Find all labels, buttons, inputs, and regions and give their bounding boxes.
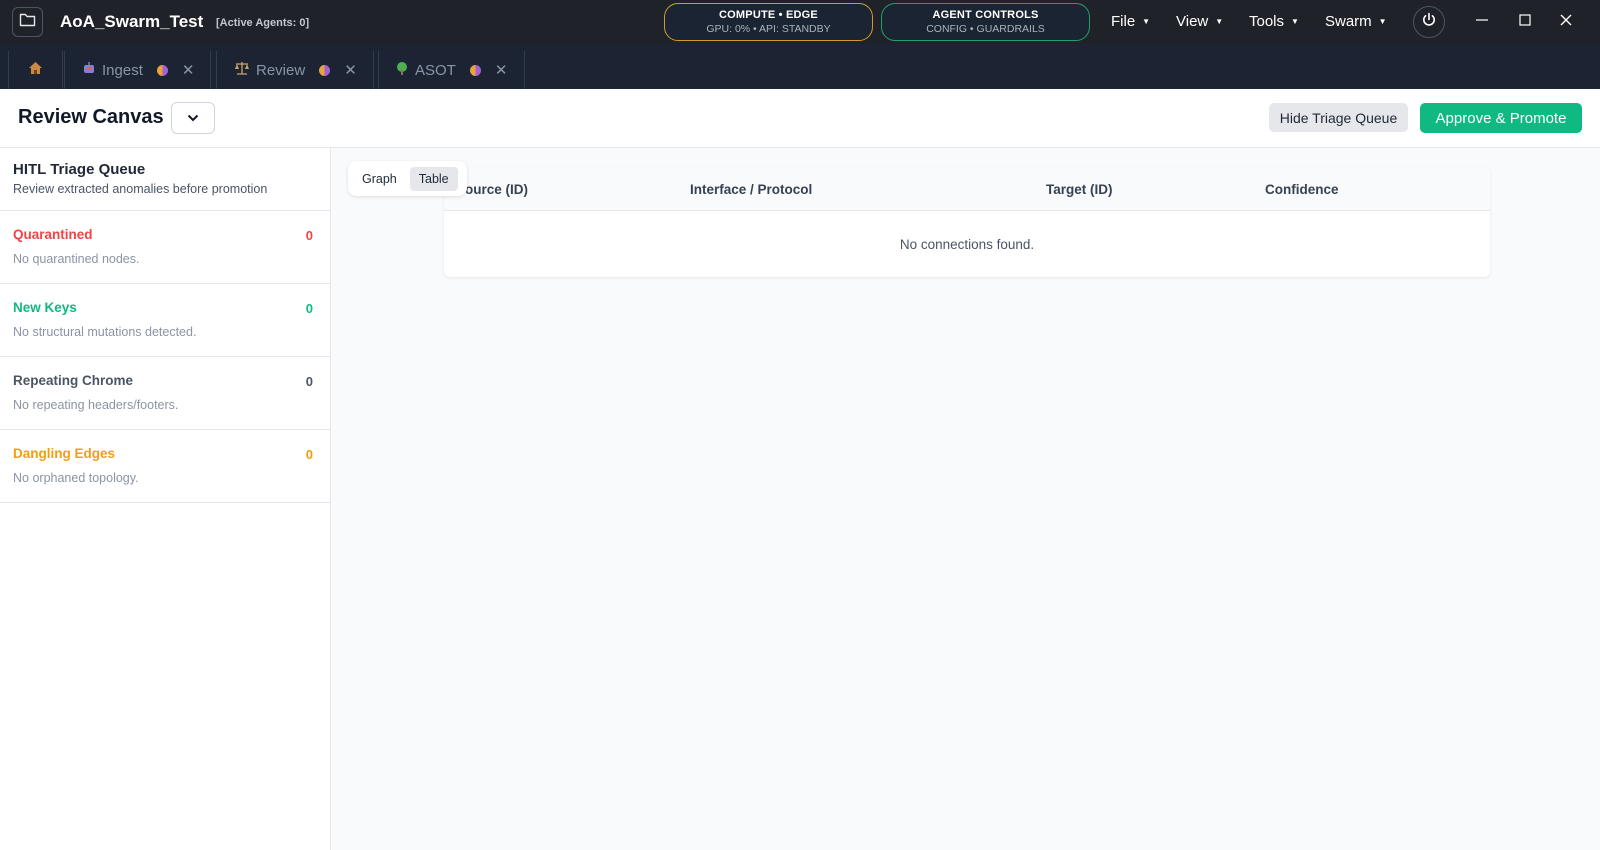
tab-bar: Ingest ✕ Review ✕ ASOT ✕ xyxy=(0,44,1600,89)
minimize-icon xyxy=(1475,13,1489,32)
menu-view-label: View xyxy=(1176,13,1209,30)
active-agents-count: [Active Agents: 0] xyxy=(216,17,310,29)
tab-asot-label: ASOT xyxy=(415,61,456,79)
status-dot-icon xyxy=(156,64,168,76)
menu-swarm-label: Swarm xyxy=(1325,13,1372,30)
power-button[interactable] xyxy=(1413,6,1445,38)
tab-review[interactable]: Review ✕ xyxy=(216,51,374,89)
column-header-interface[interactable]: Interface / Protocol xyxy=(690,182,812,197)
menu-tools[interactable]: Tools ▼ xyxy=(1249,13,1299,30)
canvas-select-dropdown[interactable] xyxy=(171,102,215,134)
menu-tools-label: Tools xyxy=(1249,13,1285,30)
robot-icon xyxy=(82,61,96,80)
agent-controls-pill[interactable]: AGENT CONTROLS CONFIG • GUARDRAILS xyxy=(881,3,1090,41)
queue-item-label: Quarantined xyxy=(13,227,93,242)
queue-item-dangling-edges[interactable]: Dangling Edges 0 No orphaned topology. xyxy=(0,430,330,503)
empty-state-message: No connections found. xyxy=(899,236,1035,252)
caret-down-icon: ▼ xyxy=(1291,17,1299,26)
close-window-button[interactable] xyxy=(1556,12,1576,32)
queue-item-label: Repeating Chrome xyxy=(13,373,134,388)
queue-item-desc: No quarantined nodes. xyxy=(13,252,140,266)
maximize-icon xyxy=(1518,13,1532,32)
caret-down-icon: ▼ xyxy=(1142,17,1151,26)
triage-queue-subtitle: Review extracted anomalies before promot… xyxy=(13,182,268,196)
queue-item-repeating-chrome[interactable]: Repeating Chrome 0 No repeating headers/… xyxy=(0,357,330,430)
column-header-source[interactable]: ource (ID) xyxy=(465,182,528,197)
tab-ingest-close-button[interactable]: ✕ xyxy=(182,61,195,79)
queue-item-count: 0 xyxy=(305,447,313,462)
queue-item-new-keys[interactable]: New Keys 0 No structural mutations detec… xyxy=(0,284,330,357)
menu-swarm[interactable]: Swarm ▼ xyxy=(1325,13,1387,30)
view-toggle: Graph Table xyxy=(348,161,467,196)
graph-view-button[interactable]: Graph xyxy=(353,167,406,191)
canvas-header: Review Canvas Hide Triage Queue Approve … xyxy=(0,89,1600,148)
power-icon xyxy=(1421,12,1437,33)
column-header-confidence[interactable]: Confidence xyxy=(1265,182,1339,197)
maximize-button[interactable] xyxy=(1515,12,1535,32)
tree-icon xyxy=(395,61,409,80)
triage-queue-sidebar: HITL Triage Queue Review extracted anoma… xyxy=(0,148,331,850)
queue-item-desc: No structural mutations detected. xyxy=(13,325,197,339)
queue-item-label: Dangling Edges xyxy=(13,446,116,461)
open-folder-button[interactable] xyxy=(12,7,43,37)
status-dot-icon xyxy=(469,64,481,76)
approve-promote-button[interactable]: Approve & Promote xyxy=(1420,103,1582,133)
status-dot-icon xyxy=(319,64,331,76)
tab-ingest[interactable]: Ingest ✕ xyxy=(64,51,211,89)
home-icon xyxy=(28,61,43,80)
tab-review-label: Review xyxy=(256,61,306,79)
tab-ingest-label: Ingest xyxy=(102,61,143,79)
tab-asot-close-button[interactable]: ✕ xyxy=(495,61,508,79)
connections-table: ource (ID) Interface / Protocol Target (… xyxy=(444,167,1490,277)
tab-home[interactable] xyxy=(8,51,63,89)
queue-item-count: 0 xyxy=(305,301,313,316)
table-view-button[interactable]: Table xyxy=(409,166,458,191)
agent-pill-title: AGENT CONTROLS xyxy=(932,9,1039,21)
queue-item-desc: No orphaned topology. xyxy=(13,471,139,485)
tab-asot[interactable]: ASOT ✕ xyxy=(378,51,525,89)
column-header-target[interactable]: Target (ID) xyxy=(1046,182,1113,197)
compute-edge-pill[interactable]: COMPUTE • EDGE GPU: 0% • API: STANDBY xyxy=(664,3,873,41)
menu-view[interactable]: View ▼ xyxy=(1176,13,1223,30)
menu-file[interactable]: File ▼ xyxy=(1111,13,1150,30)
caret-down-icon: ▼ xyxy=(1215,17,1224,26)
chevron-down-icon xyxy=(187,109,199,127)
queue-item-count: 0 xyxy=(305,228,313,243)
queue-item-count: 0 xyxy=(305,374,313,389)
compute-pill-title: COMPUTE • EDGE xyxy=(719,9,818,21)
queue-item-desc: No repeating headers/footers. xyxy=(13,398,179,412)
agent-pill-sub: CONFIG • GUARDRAILS xyxy=(926,23,1045,35)
close-icon xyxy=(1559,13,1573,32)
queue-item-label: New Keys xyxy=(13,300,77,315)
hide-triage-queue-button[interactable]: Hide Triage Queue xyxy=(1269,103,1408,132)
triage-queue-header: HITL Triage Queue Review extracted anoma… xyxy=(0,148,330,211)
title-bar: AoA_Swarm_Test [Active Agents: 0] COMPUT… xyxy=(0,0,1600,44)
menu-file-label: File xyxy=(1111,13,1136,30)
folder-icon xyxy=(19,12,36,32)
page-title: Review Canvas xyxy=(18,106,164,128)
triage-queue-title: HITL Triage Queue xyxy=(13,161,146,178)
minimize-button[interactable] xyxy=(1472,12,1492,32)
compute-pill-status: GPU: 0% • API: STANDBY xyxy=(706,23,831,35)
caret-down-icon: ▼ xyxy=(1378,17,1387,26)
app-title: AoA_Swarm_Test xyxy=(60,12,204,31)
queue-item-quarantined[interactable]: Quarantined 0 No quarantined nodes. xyxy=(0,211,330,284)
table-header-row: ource (ID) Interface / Protocol Target (… xyxy=(444,167,1490,211)
tab-review-close-button[interactable]: ✕ xyxy=(344,61,357,79)
scales-icon xyxy=(234,61,250,80)
